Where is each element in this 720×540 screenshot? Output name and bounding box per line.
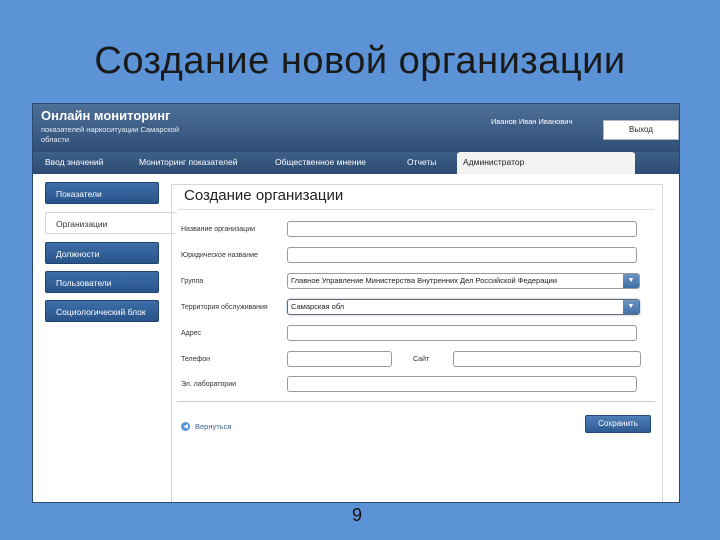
address-field[interactable] (287, 325, 637, 341)
app-subtitle: показателей наркоситуации Самарской обла… (41, 125, 180, 144)
phone-field[interactable] (287, 351, 392, 367)
form-divider (177, 401, 655, 402)
tab-public-opinion[interactable]: Общественное мнение (269, 152, 372, 174)
tab-input-values[interactable]: Ввод значений (39, 152, 109, 174)
legal-name-label: Юридическое название (181, 252, 258, 259)
territory-label: Территория обслуживания (181, 304, 268, 311)
tab-monitoring[interactable]: Мониторинг показателей (133, 152, 244, 174)
group-label: Группа (181, 278, 204, 285)
sidebar-item-positions[interactable]: Должности (45, 242, 159, 264)
name-label: Название организации (181, 226, 256, 233)
sidebar-item-sociology[interactable]: Социологический блок (45, 300, 159, 322)
group-select[interactable]: Главное Управление Министерства Внутренн… (287, 273, 640, 289)
site-label: Сайт (413, 356, 430, 363)
app-title: Онлайн мониторинг (41, 108, 171, 123)
sidebar-item-indicators[interactable]: Показатели (45, 182, 159, 204)
sidebar-item-users[interactable]: Пользователи (45, 271, 159, 293)
back-icon[interactable]: ◀ (181, 422, 190, 431)
name-field[interactable] (287, 221, 637, 237)
logout-button[interactable]: Выход (603, 120, 679, 140)
email-label: Эл. лаборатории (181, 381, 237, 388)
user-name: Иванов Иван Иванович (491, 117, 573, 126)
title-divider (178, 209, 654, 210)
email-field[interactable] (287, 376, 637, 392)
group-select-value: Главное Управление Министерства Внутренн… (291, 276, 558, 285)
legal-name-field[interactable] (287, 247, 637, 263)
page-number: 9 (352, 505, 363, 525)
chevron-down-icon[interactable]: ▼ (623, 274, 639, 288)
tab-administrator[interactable]: Администратор (457, 152, 635, 174)
save-button[interactable]: Сохранить (585, 415, 651, 433)
address-label: Адрес (181, 330, 202, 337)
back-link[interactable]: Вернуться (195, 422, 231, 431)
main-tabs: Ввод значений Мониторинг показателей Общ… (33, 152, 679, 174)
sidebar-item-organizations[interactable]: Организации (45, 212, 177, 234)
chevron-down-icon[interactable]: ▼ (623, 300, 639, 314)
territory-select[interactable]: Самарская обл ▼ (287, 299, 640, 315)
app-header: Онлайн мониторинг показателей наркоситуа… (33, 104, 679, 152)
tab-reports[interactable]: Отчеты (401, 152, 442, 174)
page-title: Создание организации (184, 187, 344, 204)
territory-select-value: Самарская обл (291, 302, 345, 311)
slide-title: Создание новой организации (94, 40, 626, 82)
phone-label: Телефон (181, 356, 211, 363)
app-window: Онлайн мониторинг показателей наркоситуа… (32, 103, 680, 503)
site-field[interactable] (453, 351, 641, 367)
